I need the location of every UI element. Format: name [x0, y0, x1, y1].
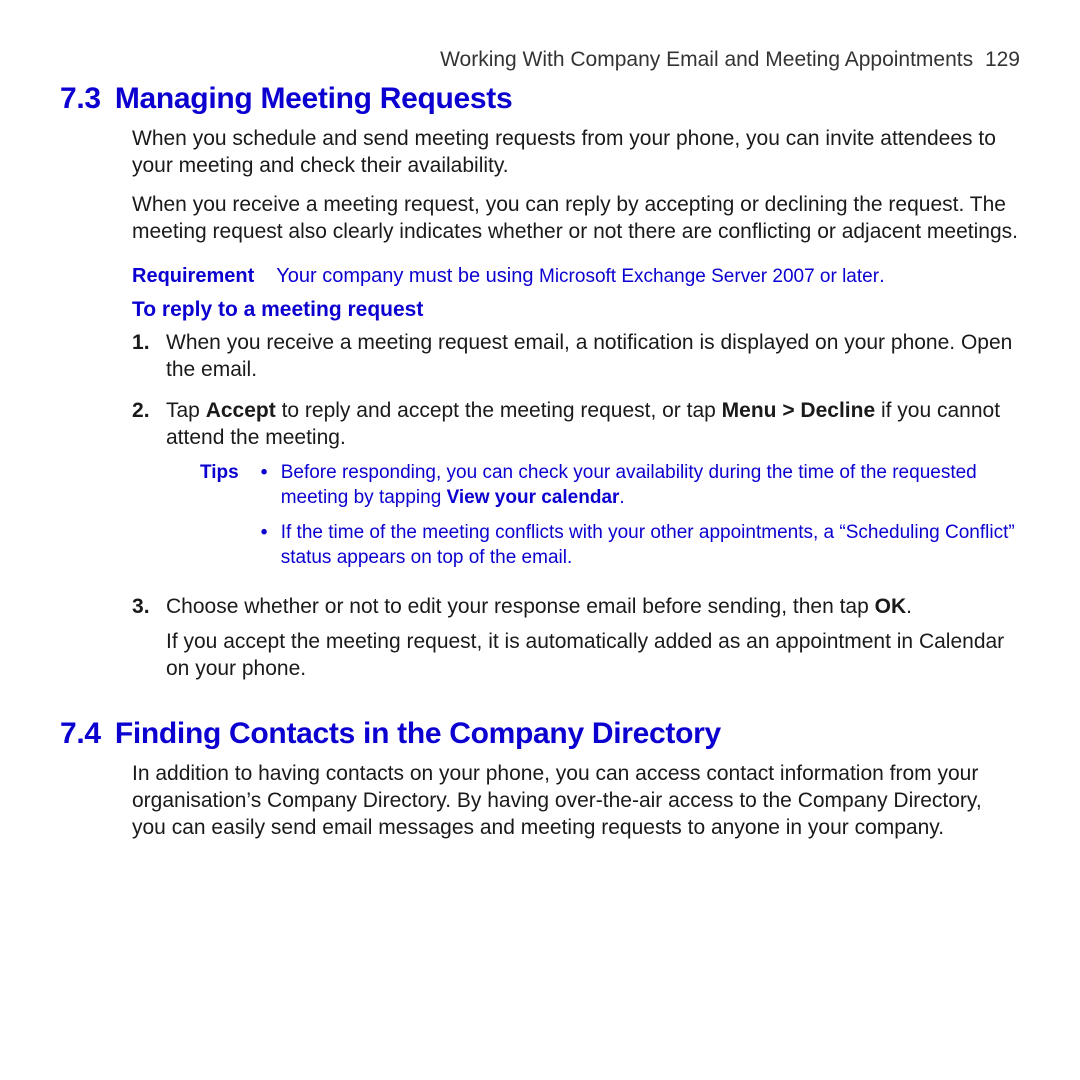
section-heading-7-3: 7.3 Managing Meeting Requests [60, 82, 1020, 116]
requirement-label: Requirement [132, 264, 254, 290]
section-title: Managing Meeting Requests [115, 82, 513, 115]
tip-2: If the time of the meeting conflicts wit… [261, 521, 1020, 570]
subheading-reply: To reply to a meeting request [132, 297, 1020, 324]
section-heading-7-4: 7.4 Finding Contacts in the Company Direc… [60, 717, 1020, 751]
tip-1: Before responding, you can check your av… [261, 461, 1020, 510]
tips-row: Tips Before responding, you can check yo… [200, 461, 1020, 580]
paragraph: When you schedule and send meeting reque… [132, 126, 1020, 180]
section-number: 7.3 [60, 82, 101, 115]
section-number: 7.4 [60, 717, 101, 750]
paragraph: In addition to having contacts on your p… [132, 761, 1020, 842]
step-2: Tap Accept to reply and accept the meeti… [132, 398, 1020, 581]
step-1: When you receive a meeting request email… [132, 330, 1020, 384]
paragraph: When you receive a meeting request, you … [132, 192, 1020, 246]
section-body-7-3: When you schedule and send meeting reque… [132, 126, 1020, 683]
section-body-7-4: In addition to having contacts on your p… [132, 761, 1020, 842]
requirement-text: Your company must be using Microsoft Exc… [276, 264, 884, 290]
section-title: Finding Contacts in the Company Director… [115, 717, 721, 750]
requirement-row: Requirement Your company must be using M… [132, 264, 1020, 290]
steps-list: When you receive a meeting request email… [132, 330, 1020, 683]
tips-list: Before responding, you can check your av… [261, 461, 1020, 580]
tips-label: Tips [200, 461, 239, 580]
page-number: 129 [985, 48, 1020, 71]
chapter-title: Working With Company Email and Meeting A… [440, 48, 973, 71]
running-header: Working With Company Email and Meeting A… [60, 48, 1020, 72]
step-3-followup: If you accept the meeting request, it is… [166, 629, 1020, 683]
document-page: Working With Company Email and Meeting A… [0, 0, 1080, 1080]
step-3: Choose whether or not to edit your respo… [132, 594, 1020, 683]
